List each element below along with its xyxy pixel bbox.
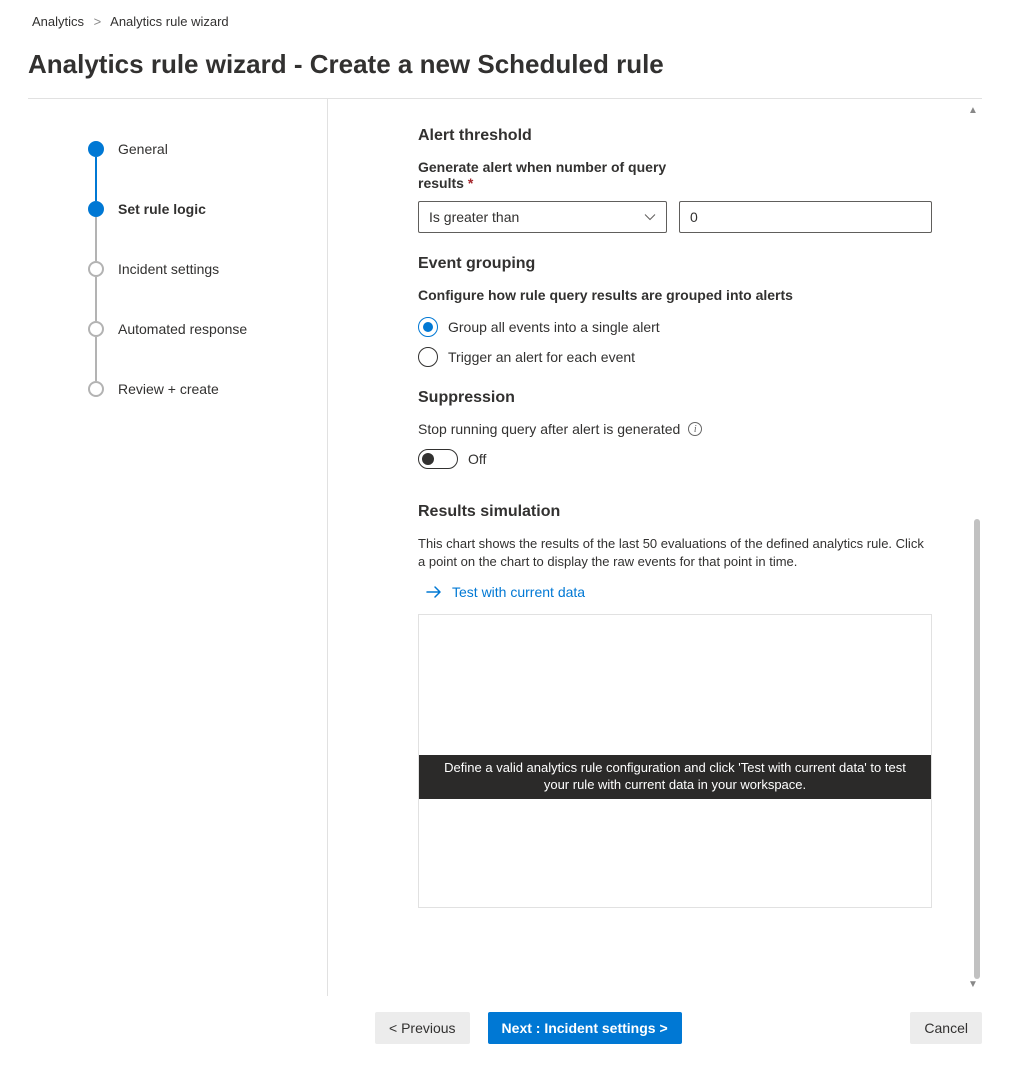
radio-label: Group all events into a single alert [448, 319, 660, 335]
previous-button[interactable]: < Previous [375, 1012, 470, 1044]
toggle-state-label: Off [468, 451, 486, 467]
step-incident-settings[interactable]: Incident settings [88, 261, 327, 321]
chevron-right-icon: > [94, 14, 102, 29]
breadcrumb: Analytics > Analytics rule wizard [0, 0, 1010, 39]
step-label: Automated response [118, 321, 247, 337]
scroll-up-icon[interactable]: ▲ [968, 105, 978, 116]
step-general[interactable]: General [88, 141, 327, 201]
test-with-current-data-link[interactable]: Test with current data [426, 584, 932, 600]
step-indicator-icon [88, 381, 104, 397]
required-asterisk: * [468, 175, 473, 191]
step-indicator-icon [88, 201, 104, 217]
results-chart-placeholder: Define a valid analytics rule configurat… [418, 614, 932, 908]
results-empty-message: Define a valid analytics rule configurat… [419, 755, 931, 799]
breadcrumb-link-analytics[interactable]: Analytics [32, 14, 84, 29]
threshold-operator-select[interactable]: Is greater than [418, 201, 667, 233]
breadcrumb-current: Analytics rule wizard [110, 14, 229, 29]
threshold-value-input[interactable]: 0 [679, 201, 932, 233]
step-indicator-icon [88, 321, 104, 337]
radio-icon [418, 317, 438, 337]
arrow-right-icon [426, 585, 442, 599]
page-title: Analytics rule wizard - Create a new Sch… [0, 39, 1010, 98]
cancel-button[interactable]: Cancel [910, 1012, 982, 1044]
step-set-rule-logic[interactable]: Set rule logic [88, 201, 327, 261]
step-label: Review + create [118, 381, 219, 397]
section-event-grouping: Event grouping [418, 255, 932, 273]
wizard-steps: General Set rule logic Incident settings… [28, 99, 328, 996]
radio-icon [418, 347, 438, 367]
info-icon[interactable]: i [688, 422, 702, 436]
wizard-footer: < Previous Next : Incident settings > Ca… [0, 996, 1010, 1060]
step-label: Set rule logic [118, 201, 206, 217]
grouping-subheading: Configure how rule query results are gro… [418, 287, 932, 303]
scroll-down-icon[interactable]: ▼ [968, 979, 978, 990]
step-review-create[interactable]: Review + create [88, 381, 327, 441]
step-indicator-icon [88, 261, 104, 277]
results-description: This chart shows the results of the last… [418, 535, 932, 570]
next-button[interactable]: Next : Incident settings > [488, 1012, 682, 1044]
step-label: General [118, 141, 168, 157]
section-suppression: Suppression [418, 389, 932, 407]
section-results-simulation: Results simulation [418, 503, 932, 521]
grouping-option-each[interactable]: Trigger an alert for each event [418, 347, 932, 367]
step-indicator-icon [88, 141, 104, 157]
section-alert-threshold: Alert threshold [418, 127, 932, 145]
grouping-option-single[interactable]: Group all events into a single alert [418, 317, 932, 337]
step-automated-response[interactable]: Automated response [88, 321, 327, 381]
suppression-label: Stop running query after alert is genera… [418, 421, 680, 437]
scrollbar-thumb[interactable] [974, 519, 980, 979]
radio-label: Trigger an alert for each event [448, 349, 635, 365]
input-value: 0 [690, 209, 698, 225]
threshold-field-label: Generate alert when number of query resu… [418, 159, 678, 191]
toggle-knob-icon [422, 453, 434, 465]
step-label: Incident settings [118, 261, 219, 277]
suppression-toggle[interactable] [418, 449, 458, 469]
link-label: Test with current data [452, 584, 585, 600]
chevron-down-icon [644, 211, 656, 223]
select-value: Is greater than [429, 209, 519, 225]
